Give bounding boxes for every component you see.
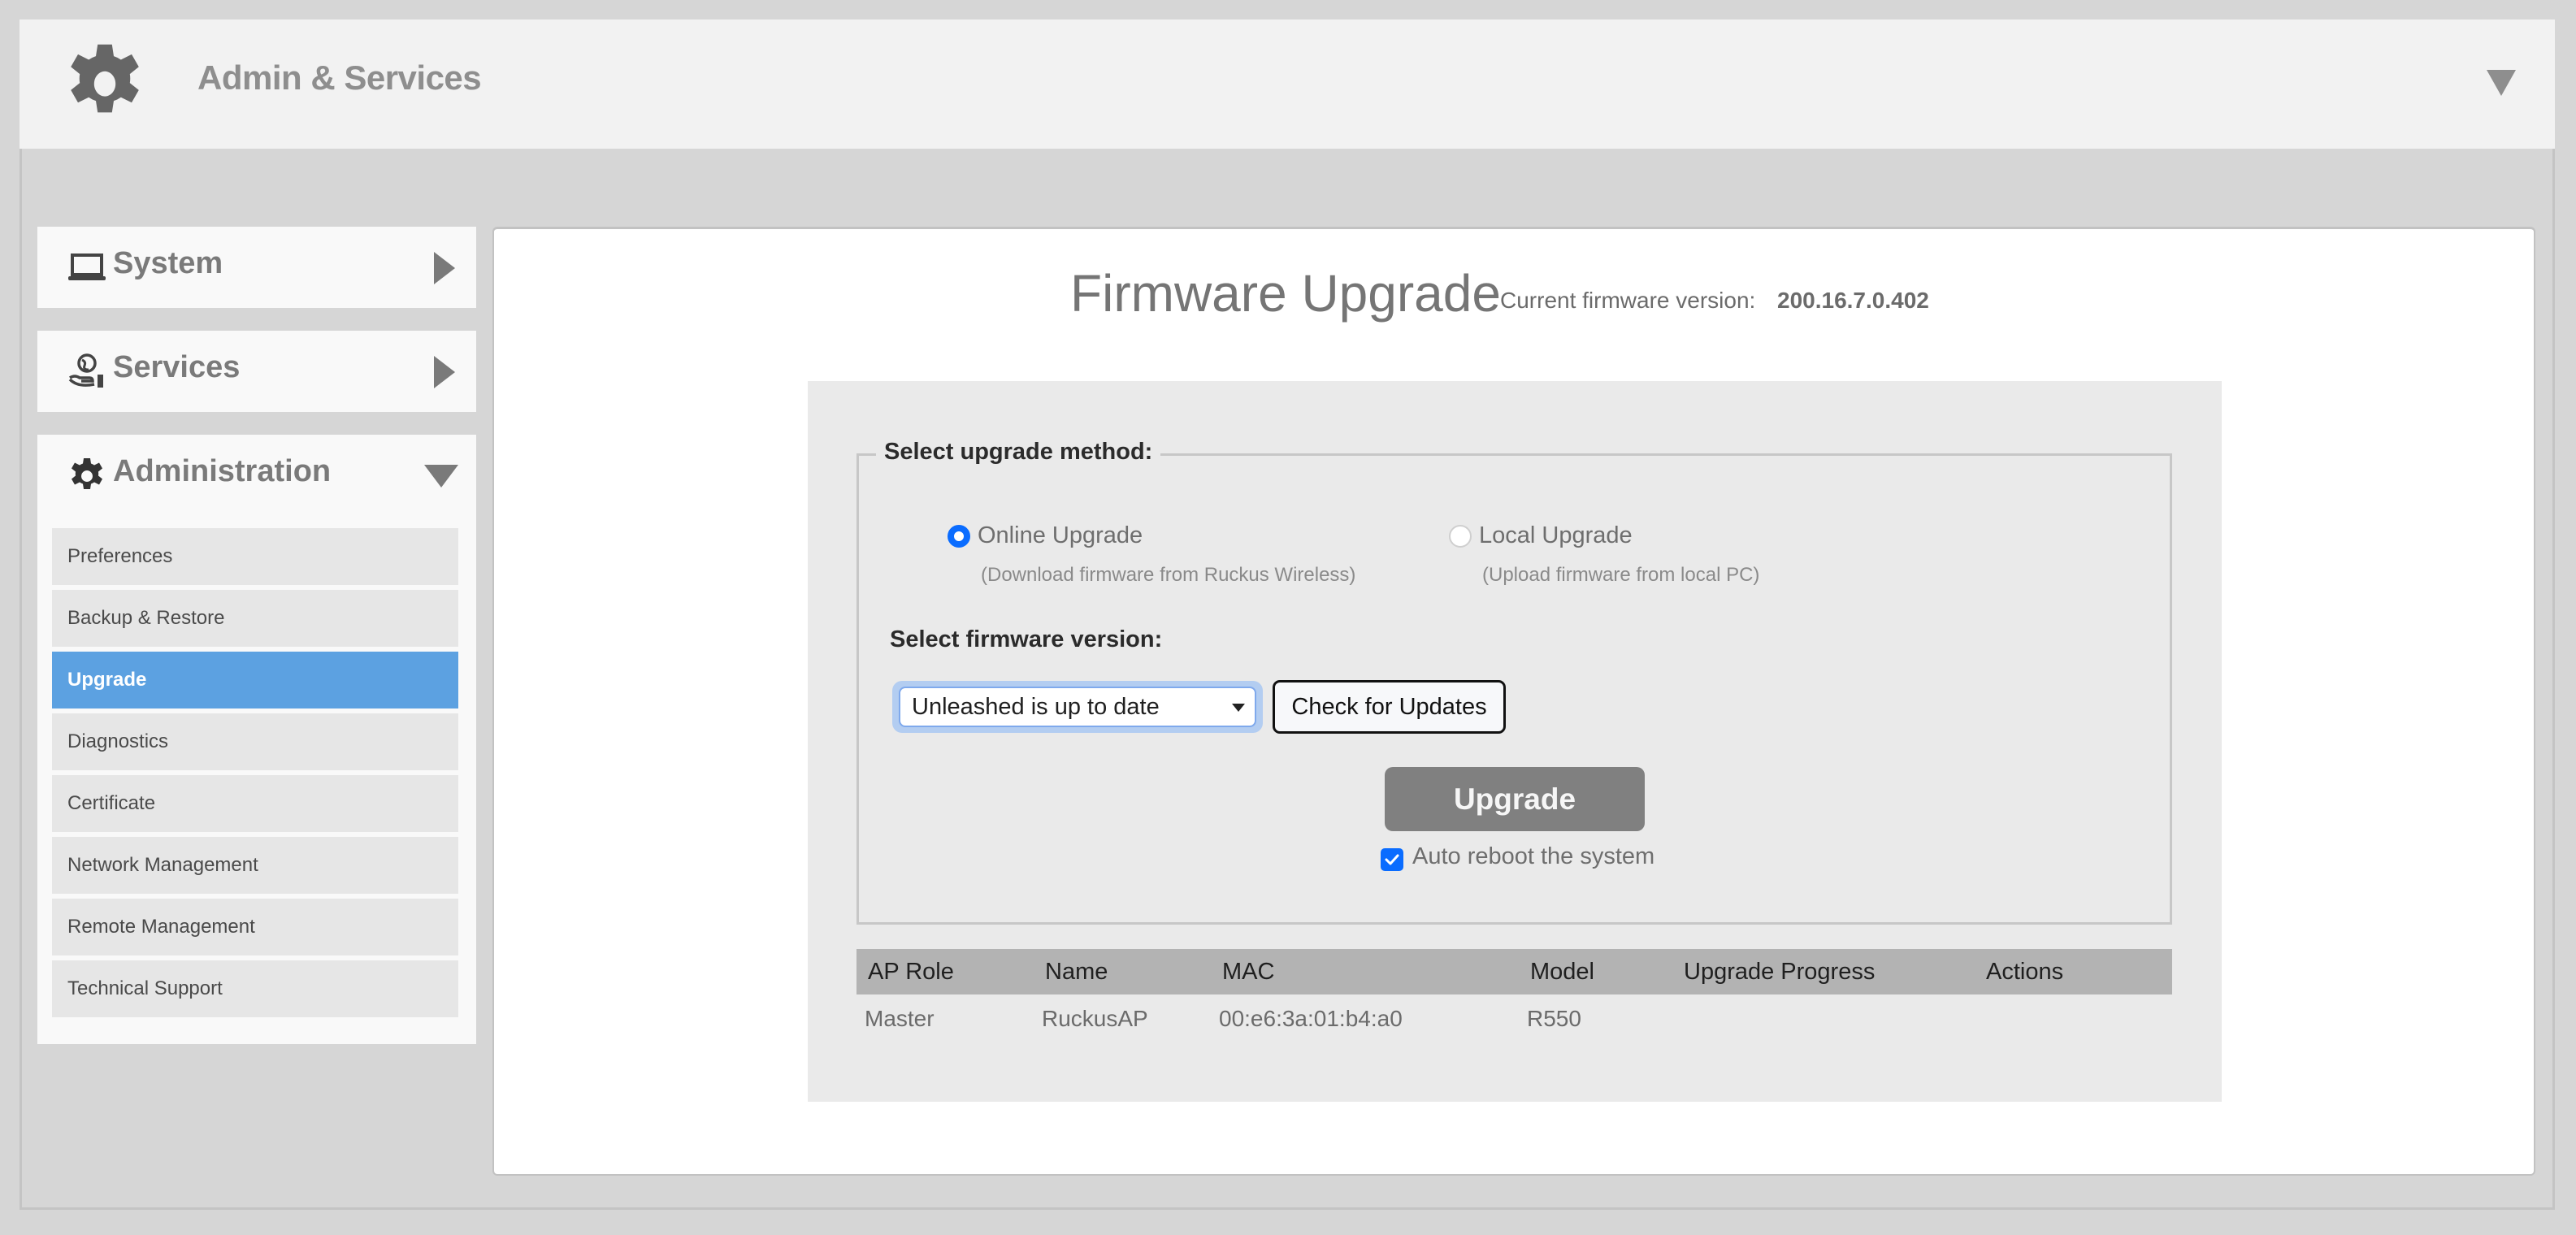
firmware-version-label: Select firmware version: xyxy=(890,626,1163,652)
local-upgrade-radio[interactable] xyxy=(1449,525,1472,548)
current-firmware-label: Current firmware version: xyxy=(1500,288,1756,313)
column-header: Upgrade Progress xyxy=(1684,959,1876,985)
sidebar-item-backup-restore[interactable]: Backup & Restore xyxy=(52,590,458,647)
sidebar-item-network-management[interactable]: Network Management xyxy=(52,837,458,894)
current-firmware-version: 200.16.7.0.402 xyxy=(1777,288,1929,313)
sidebar-item-remote-management[interactable]: Remote Management xyxy=(52,899,458,956)
gear-icon xyxy=(72,458,102,489)
cell-model: R550 xyxy=(1527,1006,1581,1031)
cell-name: RuckusAP xyxy=(1042,1006,1148,1031)
online-upgrade-label[interactable]: Online Upgrade xyxy=(978,522,1143,549)
sidebar-item-certificate[interactable]: Certificate xyxy=(52,775,458,832)
column-header: MAC xyxy=(1222,959,1275,985)
globe-hand-icon xyxy=(68,353,103,388)
sidebar-item-upgrade[interactable]: Upgrade xyxy=(52,652,458,708)
firmware-version-select[interactable]: Unleashed is up to date xyxy=(899,687,1256,727)
checkmark-icon xyxy=(1385,854,1399,865)
check-for-updates-button[interactable]: Check for Updates xyxy=(1273,680,1506,734)
sidebar-section-header[interactable]: Administration xyxy=(37,435,476,516)
ap-table-header: AP Role Name MAC Model Upgrade Progress … xyxy=(856,949,2172,994)
chevron-down-icon xyxy=(424,465,458,488)
cell-ap-role: Master xyxy=(865,1006,935,1031)
sidebar-section-label: Administration xyxy=(113,454,332,488)
sidebar-section-administration: Administration Preferences Backup & Rest… xyxy=(37,435,476,1044)
local-upgrade-hint: (Upload firmware from local PC) xyxy=(1482,564,1760,586)
gear-icon xyxy=(71,44,139,113)
upgrade-button[interactable]: Upgrade xyxy=(1385,767,1645,831)
sidebar-section-label: System xyxy=(113,246,223,280)
upgrade-method-legend: Select upgrade method: xyxy=(876,439,1161,466)
local-upgrade-label[interactable]: Local Upgrade xyxy=(1479,522,1633,549)
chevron-right-icon xyxy=(434,356,455,388)
firmware-version-value: Unleashed is up to date xyxy=(912,694,1160,720)
column-header: AP Role xyxy=(868,959,954,985)
header-title: Admin & Services xyxy=(197,58,482,97)
sidebar-item-technical-support[interactable]: Technical Support xyxy=(52,960,458,1017)
sidebar-section-header[interactable]: Services xyxy=(37,331,476,412)
laptop-icon xyxy=(68,254,106,280)
column-header: Actions xyxy=(1986,959,2064,985)
sidebar-section-system[interactable]: System xyxy=(37,227,476,308)
column-header: Model xyxy=(1530,959,1594,985)
page-title: Firmware Upgrade xyxy=(1070,264,1501,323)
chevron-right-icon xyxy=(434,252,455,284)
admin-submenu: Preferences Backup & Restore Upgrade Dia… xyxy=(52,528,458,1022)
sidebar-section-header[interactable]: System xyxy=(37,227,476,308)
caret-down-icon xyxy=(1232,704,1245,712)
online-upgrade-hint: (Download firmware from Ruckus Wireless) xyxy=(981,564,1356,586)
caret-down-icon[interactable] xyxy=(2487,70,2516,96)
online-upgrade-radio[interactable] xyxy=(948,525,970,548)
sidebar-section-label: Services xyxy=(113,350,241,384)
column-header: Name xyxy=(1045,959,1108,985)
sidebar-section-services[interactable]: Services xyxy=(37,331,476,412)
auto-reboot-label[interactable]: Auto reboot the system xyxy=(1412,843,1654,870)
sidebar-item-diagnostics[interactable]: Diagnostics xyxy=(52,713,458,770)
cell-mac: 00:e6:3a:01:b4:a0 xyxy=(1219,1006,1403,1031)
auto-reboot-checkbox[interactable] xyxy=(1381,848,1403,871)
sidebar-item-preferences[interactable]: Preferences xyxy=(52,528,458,585)
